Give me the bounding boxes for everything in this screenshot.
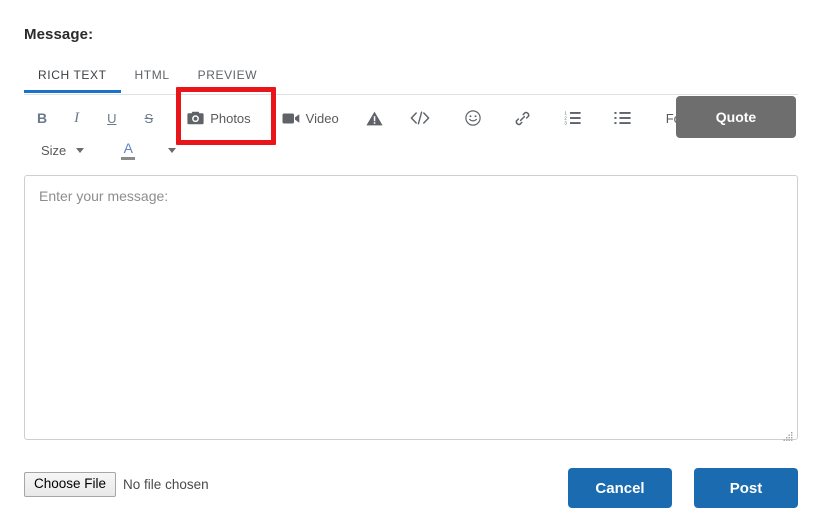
file-status-label: No file chosen (123, 476, 209, 492)
message-input[interactable] (24, 175, 798, 440)
editor-tabs: Rich Text HTML Preview (24, 60, 798, 95)
numbered-list-icon: 1 2 3 (564, 111, 581, 125)
tab-html[interactable]: HTML (121, 60, 184, 92)
video-camera-icon (282, 112, 300, 125)
choose-file-button[interactable]: Choose File (24, 472, 117, 497)
code-brackets-icon (410, 111, 430, 125)
chevron-down-icon (76, 147, 85, 153)
link-button[interactable] (506, 104, 539, 132)
font-color-swatch (121, 156, 136, 160)
page-title: Message: (24, 26, 94, 43)
spoiler-button[interactable] (358, 104, 391, 132)
message-input-wrapper (24, 169, 798, 445)
emoji-button[interactable] (457, 104, 489, 132)
video-button-label: Video (305, 110, 339, 126)
underline-button[interactable]: U (96, 104, 127, 132)
font-color-icon: A (121, 139, 136, 160)
code-button[interactable] (402, 104, 438, 132)
smiley-face-icon (464, 110, 481, 126)
size-dropdown-label: Size (41, 142, 67, 158)
italic-button[interactable]: I (63, 104, 90, 132)
cancel-button[interactable]: Cancel (568, 468, 672, 508)
formatting-toolbar: B I U S Photos Video 1 2 3 Quote Size A (24, 87, 798, 169)
chain-link-icon (514, 110, 531, 127)
size-dropdown[interactable]: Size (33, 136, 92, 164)
quote-button[interactable]: Quote (676, 96, 796, 138)
tab-rich-text[interactable]: Rich Text (24, 60, 121, 93)
tab-preview[interactable]: Preview (184, 60, 272, 92)
photos-button[interactable]: Photos (179, 104, 258, 132)
file-upload-row: Choose File No file chosen (24, 472, 209, 497)
editor-footer: Choose File No file chosen Cancel Post (24, 468, 798, 508)
svg-text:3: 3 (564, 121, 567, 126)
font-color-dropdown[interactable] (156, 136, 184, 164)
toolbar-row-primary: B I U S Photos Video 1 2 3 Quote (24, 87, 798, 145)
warning-triangle-icon (366, 111, 383, 126)
font-color-glyph: A (123, 139, 133, 156)
font-color-button[interactable]: A (113, 136, 143, 164)
post-button[interactable]: Post (694, 468, 798, 508)
strikethrough-button[interactable]: S (134, 104, 165, 132)
bullet-list-button[interactable] (606, 104, 639, 132)
photos-button-label: Photos (210, 110, 251, 126)
camera-icon (187, 111, 204, 125)
toolbar-row-secondary: Size A (24, 135, 798, 165)
chevron-down-icon (168, 147, 177, 153)
form-action-buttons: Cancel Post (568, 468, 798, 508)
message-editor-panel: Rich Text HTML Preview B I U S Photos (24, 60, 798, 445)
bold-button[interactable]: B (27, 104, 57, 132)
ordered-list-button[interactable]: 1 2 3 (556, 104, 589, 132)
bullet-list-icon (614, 111, 631, 125)
video-button[interactable]: Video (274, 104, 347, 132)
